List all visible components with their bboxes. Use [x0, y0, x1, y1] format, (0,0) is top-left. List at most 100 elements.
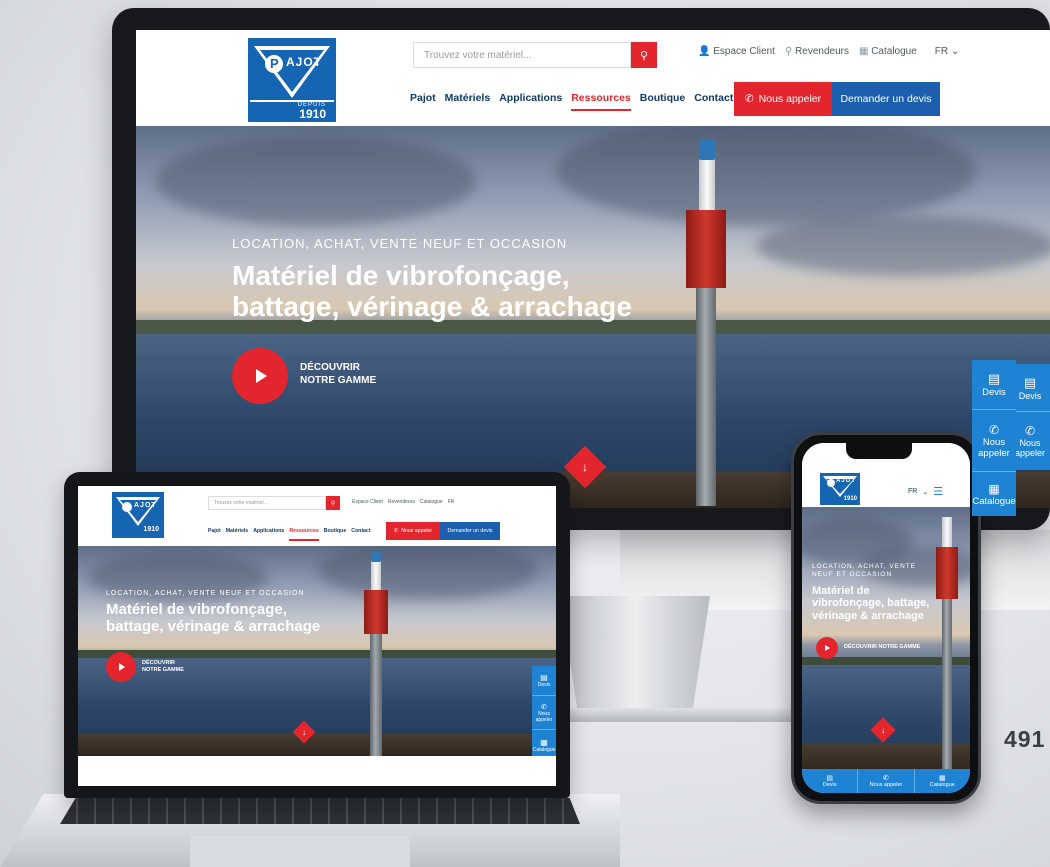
discover-range-link[interactable]: DÉCOUVRIR NOTRE GAMME: [300, 362, 376, 387]
laptop-hero-title-line-1: Matériel de vibrofonçage,: [106, 601, 287, 618]
discover-line-1: DÉCOUVRIR: [300, 362, 361, 373]
utility-links: 👤 Espace Client ⚲ Revendeurs ▦ Catalogue…: [698, 46, 959, 57]
mobile-brand-logo[interactable]: AJOT 1910: [820, 473, 860, 505]
mobile-title-line-2: vibrofonçage, battage,: [812, 597, 930, 610]
side-tab-call-line-2: appeler: [1014, 448, 1046, 458]
nav-item-boutique[interactable]: Boutique: [640, 92, 686, 104]
laptop-catalogue-link[interactable]: Catalogue: [420, 499, 443, 505]
phone-notch: [846, 443, 912, 459]
mobile-bar-call[interactable]: ✆ Nous appeler: [858, 769, 915, 793]
phone-icon: ✆: [541, 703, 547, 711]
laptop-language-select[interactable]: FR: [448, 499, 455, 505]
clipboard-icon: ▤: [540, 673, 548, 682]
language-select[interactable]: FR ⌄: [935, 46, 960, 57]
client-area-link[interactable]: 👤 Espace Client: [698, 46, 775, 57]
laptop-nav-applications[interactable]: Applications: [253, 528, 284, 534]
play-video-button[interactable]: [232, 348, 288, 404]
nav-item-pajot[interactable]: Pajot: [410, 92, 436, 104]
hero-title: Matériel de vibrofonçage, battage, vérin…: [232, 260, 632, 323]
laptop-side-tab-catalogue[interactable]: ▦ Catalogue: [532, 730, 556, 756]
search-input[interactable]: Trouvez votre matériel...: [413, 42, 631, 68]
mobile-play-button[interactable]: [816, 637, 838, 659]
phone-icon: ✆: [744, 93, 754, 105]
side-tab-call[interactable]: ✆ Nous appeler: [1010, 412, 1050, 470]
laptop-brand-logo[interactable]: AJOT 1910: [112, 492, 164, 538]
phone-icon: ✆: [988, 422, 1000, 437]
laptop-client-link[interactable]: Espace Client: [352, 499, 383, 505]
laptop-quote-button[interactable]: Demander un devis: [440, 522, 500, 540]
side-tab-catalogue-desktop[interactable]: ▦ Catalogue: [972, 472, 1016, 516]
laptop-logo-wordmark: AJOT: [134, 502, 157, 509]
laptop: AJOT 1910 Trouvez votre matériel... ⚲ Es…: [64, 472, 570, 798]
logo-wordmark: AJOT: [286, 55, 323, 69]
laptop-nav-materiels[interactable]: Matériels: [226, 528, 249, 534]
user-icon: 👤: [698, 46, 711, 57]
phone-icon: ✆: [393, 528, 399, 534]
nav-item-applications[interactable]: Applications: [499, 92, 562, 104]
nav-item-contact[interactable]: Contact: [694, 92, 733, 104]
side-tab-devis-desktop[interactable]: ▤ Devis: [972, 360, 1016, 410]
mobile-scroll-down[interactable]: ↓: [870, 717, 896, 743]
mobile-bar-devis[interactable]: ▤ Devis: [802, 769, 859, 793]
brand-logo[interactable]: P AJOT DEPUIS 1910: [248, 38, 336, 122]
mobile-bar-catalogue-label: Catalogue: [929, 782, 955, 788]
laptop-trackpad: [190, 836, 410, 867]
laptop-nav-boutique[interactable]: Boutique: [324, 528, 346, 534]
laptop-search-input[interactable]: Trouvez votre matériel...: [208, 496, 326, 510]
smartphone: AJOT 1910 FR ⌄ ☰ LOCATION, ACHAT, VENTE …: [791, 432, 981, 804]
laptop-side-tab-devis[interactable]: ▤ Devis: [532, 666, 556, 696]
laptop-search-placeholder: Trouvez votre matériel...: [214, 500, 268, 506]
laptop-call-button[interactable]: ✆ Nous appeler: [386, 522, 440, 540]
search-button[interactable]: ⚲: [631, 42, 657, 68]
laptop-dealers-link[interactable]: Revendeurs: [388, 499, 415, 505]
request-quote-label: Demander un devis: [840, 93, 932, 105]
mobile-bar-catalogue[interactable]: ▦ Catalogue: [915, 769, 970, 793]
phone-icon: ✆: [883, 775, 889, 782]
laptop-side-devis-label: Devis: [537, 682, 551, 688]
mobile-hero-kicker: LOCATION, ACHAT, VENTE NEUF ET OCCASION: [812, 563, 916, 580]
hero-title-line-1: Matériel de vibrofonçage,: [232, 260, 570, 291]
side-tab-call-desktop-line-2: appeler: [978, 447, 1010, 459]
mobile-bar-call-label: Nous appeler: [869, 782, 903, 788]
main-nav: Pajot Matériels Applications Ressources …: [410, 92, 733, 111]
side-tab-catalogue-desktop-label: Catalogue: [972, 495, 1016, 507]
mobile-bottom-bar: ▤ Devis ✆ Nous appeler ▦ Catalogue: [802, 769, 970, 793]
laptop-keyboard: [60, 798, 580, 824]
dealers-link[interactable]: ⚲ Revendeurs: [785, 46, 849, 57]
laptop-nav-contact[interactable]: Contact: [351, 528, 370, 534]
laptop-side-catalogue-label: Catalogue: [532, 746, 556, 753]
logo-initial: P: [270, 56, 279, 71]
laptop-search-button[interactable]: ⚲: [326, 496, 340, 510]
catalogue-link[interactable]: ▦ Catalogue: [859, 46, 917, 57]
mobile-language-select[interactable]: FR ⌄ ☰: [908, 485, 943, 498]
laptop-scroll-down[interactable]: ↓: [292, 720, 316, 744]
logo-since: DEPUIS 1910: [298, 102, 326, 120]
search-placeholder: Trouvez votre matériel...: [424, 49, 532, 61]
laptop-play-button[interactable]: [106, 652, 136, 682]
language-label: FR: [934, 46, 949, 57]
laptop-nav-ressources[interactable]: Ressources: [289, 528, 320, 541]
side-tab-devis-desktop-label: Devis: [982, 387, 1006, 398]
client-area-label: Espace Client: [713, 46, 775, 57]
monitor-side-tabs: ▤ Devis ✆ Nous appeler ▦ Catalogue: [972, 360, 1016, 516]
nav-item-materiels[interactable]: Matériels: [445, 92, 491, 104]
call-button[interactable]: ✆ Nous appeler: [734, 82, 832, 116]
menu-icon[interactable]: ☰: [933, 485, 943, 498]
request-quote-button[interactable]: Demander un devis: [832, 82, 940, 116]
page-number: 491: [1004, 726, 1046, 752]
scroll-down-button[interactable]: ↓: [563, 445, 607, 489]
laptop-side-call-line-2: appeler: [535, 716, 553, 723]
nav-item-ressources[interactable]: Ressources: [571, 92, 631, 111]
laptop-hero-banner: LOCATION, ACHAT, VENTE NEUF ET OCCASION …: [78, 546, 556, 756]
mobile-website: AJOT 1910 FR ⌄ ☰ LOCATION, ACHAT, VENTE …: [802, 443, 970, 793]
mobile-kicker-line-2: NEUF ET OCCASION: [812, 571, 893, 579]
side-tab-call-desktop[interactable]: ✆ Nous appeler: [972, 410, 1016, 472]
side-tab-devis[interactable]: ▤ Devis: [1010, 364, 1050, 412]
laptop-nav-pajot[interactable]: Pajot: [208, 528, 221, 534]
clipboard-icon: ▤: [826, 775, 833, 782]
mobile-discover-link[interactable]: DÉCOUVRIR NOTRE GAMME: [844, 644, 920, 651]
book-icon: ▦: [988, 481, 1000, 496]
laptop-side-tab-call[interactable]: ✆ Nous appeler: [532, 696, 556, 730]
laptop-discover-link[interactable]: DÉCOUVRIR NOTRE GAMME: [142, 660, 184, 674]
mobile-hero-title: Matériel de vibrofonçage, battage, vérin…: [812, 585, 929, 622]
